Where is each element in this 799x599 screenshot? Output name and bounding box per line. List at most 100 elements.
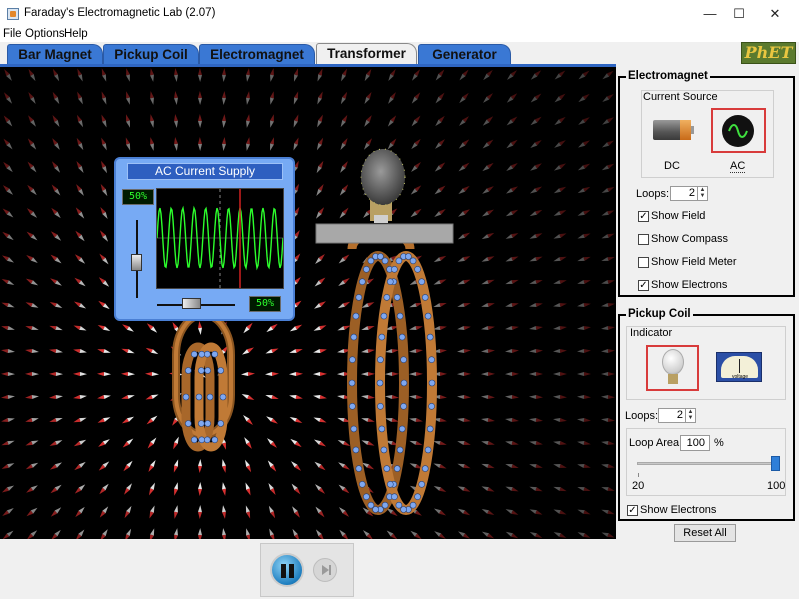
field-needle [174,91,178,105]
electron [211,436,218,444]
tab-electromagnet[interactable]: Electromagnet [199,44,315,66]
spin-down-icon[interactable]: ▼ [686,415,695,421]
field-needle [505,395,519,399]
field-needle [553,233,567,239]
field-needle [434,531,446,539]
field-needle [505,349,519,353]
field-needle [433,302,447,308]
field-needle [505,441,519,445]
field-needle [76,137,84,151]
field-needle [317,68,323,82]
loop-area-label: Loop Area: [629,437,683,449]
show-compass-label[interactable]: Show Compass [651,233,728,245]
pause-icon [281,564,286,578]
maximize-button[interactable]: ☐ [721,0,757,28]
electron [396,312,404,320]
dc-option-label[interactable]: DC [664,160,680,172]
field-needle [362,530,374,539]
field-needle [173,436,179,450]
field-needle [481,531,495,539]
field-needle [411,115,421,127]
field-needle [76,114,84,128]
pause-button[interactable] [270,553,304,587]
tab-pickup-coil[interactable]: Pickup Coil [103,44,199,66]
show-electrons-label[interactable]: Show Electrons [651,279,727,291]
amplitude-slider[interactable] [131,254,142,271]
tab-generator[interactable]: Generator [418,44,511,66]
field-needle [364,115,372,127]
show-electrons-checkbox[interactable]: ✓ [638,280,649,291]
frequency-slider[interactable] [182,298,201,309]
field-needle [246,114,250,128]
field-needle [553,186,567,194]
battery-icon[interactable] [653,120,694,140]
electromagnet-loops-spinner[interactable]: 2 ▲ ▼ [670,186,708,201]
field-needle [75,529,85,539]
voltmeter-icon[interactable]: voltage [716,352,762,382]
field-needle [338,462,350,470]
field-needle [410,208,422,218]
field-needle [601,464,615,468]
field-needle [73,325,87,331]
field-needle [246,137,250,151]
field-needle [268,505,276,519]
loop-area-min-label: 20 [632,480,645,492]
field-needle [313,395,327,399]
field-needle [73,395,87,399]
field-needle [100,160,108,174]
spin-down-icon[interactable]: ▼ [698,193,707,199]
loop-area-slider[interactable] [771,456,780,471]
close-button[interactable]: ✕ [757,0,793,28]
menu-file[interactable]: File [3,28,22,40]
field-needle [505,256,519,262]
electron [348,379,356,387]
lightbulb-icon[interactable] [660,349,686,387]
field-needle [577,532,591,538]
menu-options[interactable]: Options [25,28,65,40]
show-field-meter-label[interactable]: Show Field Meter [651,256,737,268]
simulation-canvas[interactable]: AC Current Supply 50% 50% [0,67,616,539]
pickup-show-electrons-label[interactable]: Show Electrons [640,504,716,516]
step-button[interactable] [313,558,337,582]
electron [355,294,363,301]
field-needle [1,349,15,353]
electron [393,294,401,301]
field-needle [50,278,62,286]
electron [428,356,435,364]
reset-all-button[interactable]: Reset All [674,524,736,542]
ac-source-icon[interactable] [722,115,754,147]
field-needle [121,416,135,424]
field-needle [340,114,348,128]
show-compass-checkbox[interactable] [638,234,649,245]
field-needle [529,303,543,307]
field-needle [601,233,615,239]
show-field-meter-checkbox[interactable] [638,257,649,268]
field-needle [435,139,445,149]
field-needle [601,349,615,353]
field-needle [289,349,303,353]
field-needle [27,138,37,150]
field-needle [198,114,202,128]
field-needle [577,186,591,194]
tab-bar-magnet[interactable]: Bar Magnet [7,44,103,66]
loop-area-input[interactable]: 100 [680,435,710,451]
field-needle [385,395,399,399]
field-needle [433,279,447,285]
show-field-checkbox[interactable]: ✓ [638,211,649,222]
electron [409,257,417,265]
pickup-show-electrons-checkbox[interactable]: ✓ [627,505,638,516]
field-needle [270,137,274,151]
field-needle [50,231,62,241]
electron [426,333,434,341]
pickup-loops-spinner[interactable]: 2 ▲ ▼ [658,408,696,423]
pickup-loops-value: 2 [676,409,683,421]
field-needle [530,163,542,171]
show-field-label[interactable]: Show Field [651,210,705,222]
field-needle [385,372,399,376]
field-needle [529,209,543,217]
ac-option-label[interactable]: AC [730,160,746,173]
menu-help[interactable]: Help [64,28,88,40]
electron [381,501,389,509]
field-needle [385,418,399,422]
field-needle [25,462,39,470]
